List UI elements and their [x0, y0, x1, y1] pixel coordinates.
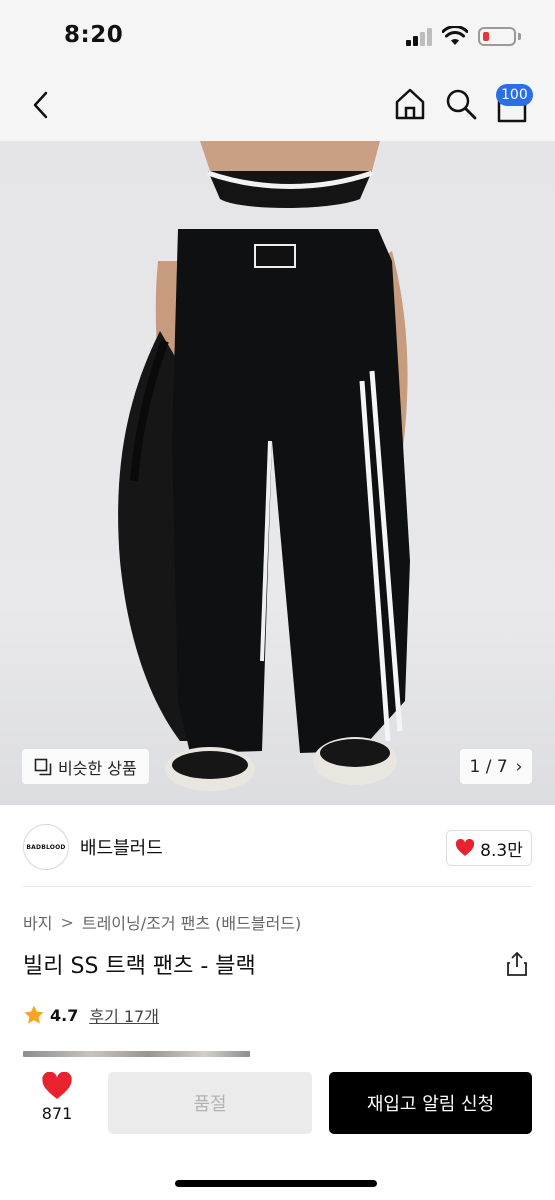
bottom-action-bar: 871 품절 재입고 알림 신청 [0, 1058, 555, 1200]
product-title: 빌리 SS 트랙 팬츠 - 블랙 [23, 954, 256, 979]
divider [23, 886, 532, 887]
home-icon[interactable] [392, 86, 428, 122]
status-bar: 8:20 [0, 0, 555, 70]
image-page-indicator[interactable]: 1 / 7 › [460, 749, 532, 784]
heart-icon [456, 839, 475, 856]
home-indicator [175, 1180, 377, 1187]
sold-out-button[interactable]: 품절 [108, 1072, 312, 1134]
cellular-signal-icon [406, 28, 434, 46]
chevron-right-icon: › [515, 756, 523, 777]
brand-name[interactable]: 배드블러드 [80, 834, 163, 860]
chevron-right-icon: > [60, 912, 74, 932]
similar-products-label: 비슷한 상품 [58, 758, 137, 778]
brand-row[interactable]: BADBLOOD 배드블러드 8.3만 [0, 805, 555, 887]
wifi-icon [442, 26, 468, 45]
review-photo-strip[interactable] [23, 1051, 250, 1057]
breadcrumb: 바지 > 트레이닝/조거 팬츠 (배드블러드) [23, 910, 301, 934]
rating-value: 4.7 [50, 1005, 79, 1025]
page-indicator-text: 1 / 7 [469, 756, 508, 777]
restock-alert-button[interactable]: 재입고 알림 신청 [329, 1072, 532, 1134]
cart-badge: 100 [496, 84, 533, 106]
share-icon[interactable] [506, 951, 528, 977]
battery-level [483, 32, 489, 41]
nav-bar: 100 [0, 70, 555, 141]
wish-button[interactable]: 871 [30, 1072, 84, 1136]
rating-row: 4.7 후기 17개 [23, 1003, 159, 1027]
breadcrumb-item-subcategory[interactable]: 트레이닝/조거 팬츠 (배드블러드) [82, 910, 301, 934]
battery-cap [518, 33, 521, 40]
wish-count: 871 [41, 1104, 73, 1123]
battery-icon [478, 27, 516, 46]
star-icon [24, 1005, 44, 1024]
brand-logo[interactable]: BADBLOOD [23, 824, 69, 870]
similar-products-button[interactable]: 비슷한 상품 [22, 749, 149, 784]
review-link[interactable]: 후기 17개 [89, 1003, 159, 1027]
brand-like-button[interactable]: 8.3만 [446, 830, 532, 866]
brand-like-count: 8.3만 [480, 840, 523, 861]
heart-icon [42, 1072, 72, 1099]
status-time: 8:20 [64, 22, 124, 48]
product-image[interactable] [0, 141, 555, 805]
back-icon[interactable] [26, 87, 56, 123]
breadcrumb-item-category[interactable]: 바지 [23, 910, 52, 934]
search-icon[interactable] [444, 86, 478, 122]
product-photo [118, 141, 410, 791]
similar-products-icon [34, 758, 52, 775]
